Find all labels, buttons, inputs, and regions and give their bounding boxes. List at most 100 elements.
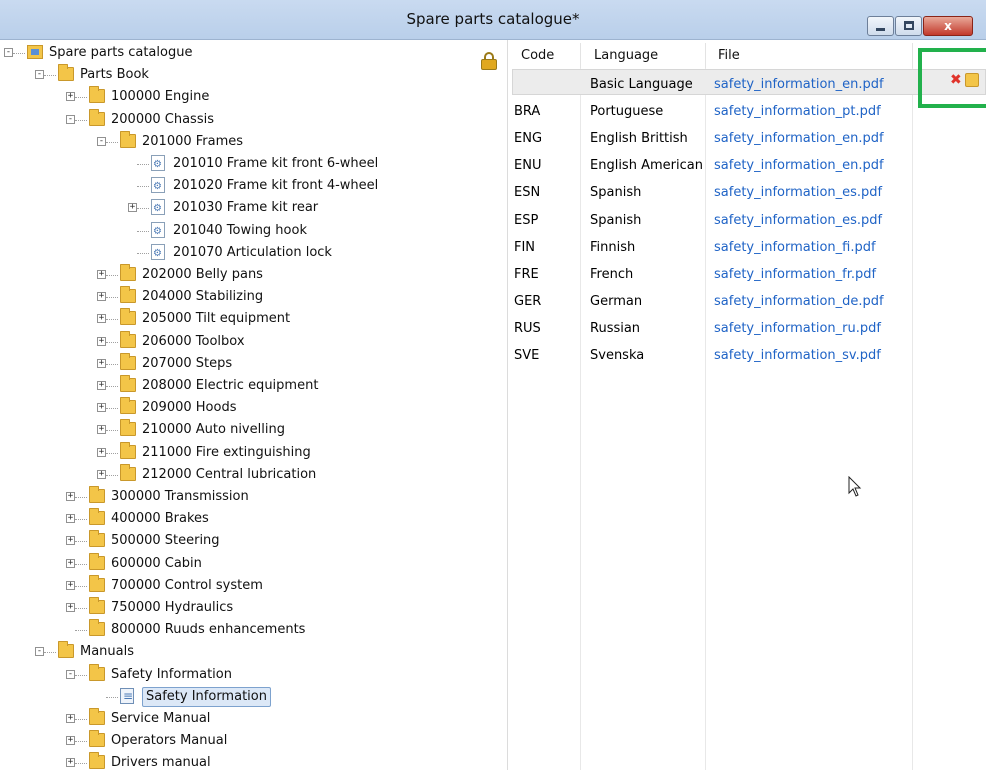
file-link[interactable]: safety_information_ru.pdf xyxy=(714,318,881,340)
tree-item[interactable]: 201070 Articulation lock xyxy=(0,242,508,265)
tree-connector xyxy=(137,186,149,188)
minimize-button[interactable] xyxy=(867,16,894,36)
expand-icon[interactable]: + xyxy=(97,447,106,457)
column-header-file[interactable]: File xyxy=(718,45,740,67)
expand-icon[interactable]: + xyxy=(97,469,106,479)
tree-item[interactable]: - 201000 Frames xyxy=(0,130,508,153)
file-link[interactable]: safety_information_es.pdf xyxy=(714,182,882,204)
expand-icon[interactable]: + xyxy=(66,92,75,102)
close-button[interactable]: x xyxy=(923,16,973,36)
collapse-icon[interactable]: - xyxy=(4,48,13,57)
expand-icon[interactable]: + xyxy=(128,203,137,213)
expand-icon[interactable]: + xyxy=(66,714,75,723)
tree-item[interactable]: +210000 Auto nivelling xyxy=(0,419,508,441)
tree-item[interactable]: +206000 Toolbox xyxy=(0,330,508,353)
column-separator[interactable] xyxy=(580,43,581,69)
file-link[interactable]: safety_information_de.pdf xyxy=(714,291,884,313)
tree-item[interactable]: - Parts Book xyxy=(0,64,508,86)
file-link[interactable]: safety_information_fr.pdf xyxy=(714,264,876,286)
catalogue-tree[interactable]: - Spare parts catalogue - Parts Book +100000… xyxy=(0,40,508,770)
expand-icon[interactable]: + xyxy=(66,603,75,612)
tree-item[interactable]: 800000 Ruuds enhancements xyxy=(0,619,508,641)
tree-item-label: 201020 Frame kit front 4-wheel xyxy=(173,178,379,194)
file-link[interactable]: safety_information_fi.pdf xyxy=(714,237,876,259)
tree-item[interactable]: +204000 Stabilizing xyxy=(0,286,508,308)
tree-item[interactable]: 201040 Towing hook xyxy=(0,220,508,243)
tree-connector xyxy=(75,630,87,632)
tree-item[interactable]: 201020 Frame kit front 4-wheel xyxy=(0,175,508,198)
tree-item[interactable]: +700000 Control system xyxy=(0,574,508,597)
collapse-icon[interactable]: - xyxy=(35,70,44,80)
column-separator[interactable] xyxy=(912,43,913,69)
language-name-cell: Spanish xyxy=(590,212,642,228)
tree-item[interactable]: +300000 Transmission xyxy=(0,486,508,508)
tree-item[interactable]: - 200000 Chassis xyxy=(0,108,508,131)
file-link[interactable]: safety_information_sv.pdf xyxy=(714,345,881,367)
expand-icon[interactable]: + xyxy=(97,425,106,435)
tree-item[interactable]: +202000 Belly pans xyxy=(0,264,508,286)
tree-item[interactable]: Safety Information xyxy=(0,685,508,708)
maximize-button[interactable] xyxy=(895,16,922,36)
column-header-language[interactable]: Language xyxy=(594,45,658,67)
tree-item[interactable]: 201010 Frame kit front 6-wheel xyxy=(0,153,508,176)
tree-item[interactable]: +208000 Electric equipment xyxy=(0,375,508,397)
collapse-icon[interactable]: - xyxy=(66,114,75,124)
column-header-code[interactable]: Code xyxy=(521,45,554,67)
expand-icon[interactable]: + xyxy=(97,314,106,324)
expand-icon[interactable]: + xyxy=(97,381,106,390)
tree-item[interactable]: +500000 Steering xyxy=(0,530,508,552)
folder-icon xyxy=(89,108,105,126)
expand-icon[interactable]: + xyxy=(97,403,106,413)
document-icon xyxy=(151,243,165,265)
expand-icon[interactable]: + xyxy=(66,492,75,501)
tree-connector xyxy=(75,741,87,743)
tree-item[interactable]: +100000 Engine xyxy=(0,86,508,108)
tree-connector xyxy=(137,208,149,210)
tree-item[interactable]: +400000 Brakes xyxy=(0,508,508,530)
tree-connector xyxy=(75,541,87,543)
expand-icon[interactable]: + xyxy=(66,736,75,746)
folder-browse-icon[interactable] xyxy=(965,73,979,87)
expand-icon[interactable]: + xyxy=(97,336,106,346)
tree-item[interactable]: + Service Manual xyxy=(0,708,508,730)
tree-item[interactable]: +211000 Fire extinguishing xyxy=(0,441,508,464)
column-separator[interactable] xyxy=(705,43,706,69)
collapse-icon[interactable]: - xyxy=(97,136,106,146)
expand-icon[interactable]: + xyxy=(66,514,75,524)
tree-item-label: 500000 Steering xyxy=(111,533,220,549)
tree-item-label: 201070 Articulation lock xyxy=(173,244,332,260)
expand-icon[interactable]: + xyxy=(66,536,75,546)
tree-item[interactable]: +207000 Steps xyxy=(0,352,508,375)
tree-item[interactable]: +600000 Cabin xyxy=(0,552,508,575)
expand-icon[interactable]: + xyxy=(97,292,106,302)
tree-item[interactable]: +201030 Frame kit rear xyxy=(0,197,508,220)
language-code-cell: ENU xyxy=(514,158,542,174)
expand-icon[interactable]: + xyxy=(66,558,75,568)
tree-item-label: 212000 Central lubrication xyxy=(142,466,317,482)
tree-connector xyxy=(75,97,87,99)
tree-item[interactable]: - Spare parts catalogue xyxy=(0,42,508,64)
tree-item[interactable]: +212000 Central lubrication xyxy=(0,463,508,486)
expand-icon[interactable]: + xyxy=(97,270,106,279)
file-link[interactable]: safety_information_es.pdf xyxy=(714,210,882,232)
tree-item[interactable]: + Drivers manual xyxy=(0,752,508,770)
tree-item[interactable]: - Safety Information xyxy=(0,663,508,686)
tree-item[interactable]: +750000 Hydraulics xyxy=(0,597,508,619)
tree-item[interactable]: +205000 Tilt equipment xyxy=(0,308,508,330)
tree-item[interactable]: +209000 Hoods xyxy=(0,397,508,419)
folder-icon xyxy=(89,574,105,592)
tree-item[interactable]: - Manuals xyxy=(0,641,508,663)
expand-icon[interactable]: + xyxy=(66,580,75,590)
collapse-icon[interactable]: - xyxy=(35,647,44,657)
file-link[interactable]: safety_information_en.pdf xyxy=(714,128,884,150)
window-title-bar[interactable]: Spare parts catalogue* x xyxy=(0,0,986,40)
delete-icon[interactable]: ✖ xyxy=(950,73,962,87)
file-link[interactable]: safety_information_en.pdf xyxy=(714,74,884,96)
close-icon: x xyxy=(944,19,952,33)
tree-item[interactable]: + Operators Manual xyxy=(0,730,508,752)
expand-icon[interactable]: + xyxy=(97,358,106,368)
file-link[interactable]: safety_information_en.pdf xyxy=(714,155,884,177)
collapse-icon[interactable]: - xyxy=(66,669,75,679)
file-link[interactable]: safety_information_pt.pdf xyxy=(714,101,881,123)
expand-icon[interactable]: + xyxy=(66,758,75,768)
